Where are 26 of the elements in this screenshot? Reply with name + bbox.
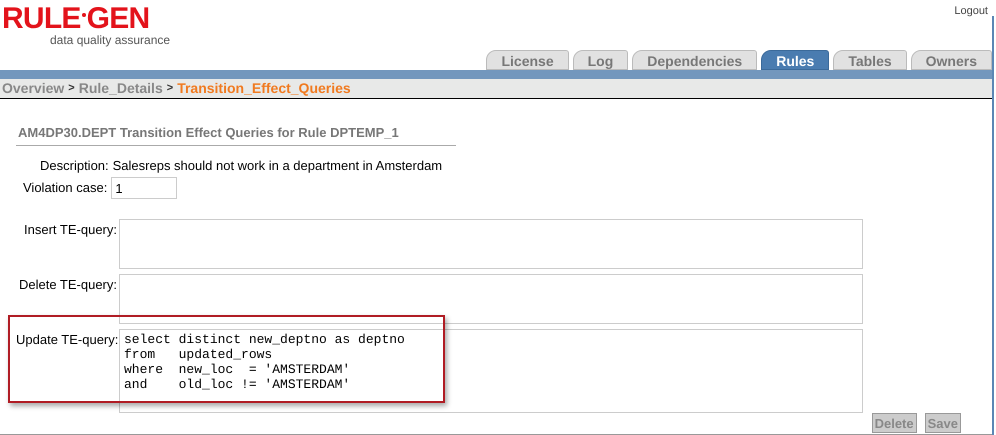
query-field[interactable]: select distinct new_deptno as deptno from updated_rows where new_loc = 'AMSTERDAM' and old_loc != 'AMSTERDAM' — [119, 329, 863, 413]
logo-wordmark: RULE — [2, 4, 81, 34]
breadcrumb-separator: > — [68, 81, 75, 96]
query-label: Delete TE-query: — [18, 276, 118, 294]
description-label: Description: — [40, 156, 109, 175]
logout-link[interactable]: Logout — [954, 0, 996, 48]
query-label: Update TE-query: — [16, 331, 119, 349]
query-label: Insert TE-query: — [23, 221, 118, 239]
nav-tab[interactable]: Log — [572, 50, 628, 70]
breadcrumb-separator: > — [166, 81, 174, 96]
breadcrumb-link[interactable]: Overview — [2, 78, 64, 99]
violation-case-label: Violation case: — [23, 179, 108, 198]
query-field[interactable] — [119, 219, 863, 269]
nav-tab[interactable]: Dependencies — [632, 50, 758, 70]
logo-tagline: data quality assurance — [49, 34, 170, 46]
breadcrumb-link[interactable]: Transition_Effect_Queries — [177, 78, 351, 99]
nav-tab[interactable]: License — [486, 50, 569, 70]
nav-tab[interactable]: Owners — [910, 50, 992, 70]
logo-wordmark: GEN — [86, 4, 150, 34]
breadcrumb-link[interactable]: Rule_Details — [78, 78, 163, 99]
violation-case-field[interactable]: 1 — [111, 177, 178, 199]
page-heading: AM4DP30.DEPT Transition Effect Queries for Rule DPTEMP_1 — [16, 123, 456, 146]
nav-tab[interactable]: Tables — [833, 50, 907, 70]
query-field[interactable] — [119, 274, 863, 324]
nav-tab[interactable]: Rules — [761, 50, 830, 70]
description-text: Salesreps should not work in a department in Amsterdam — [112, 156, 442, 175]
